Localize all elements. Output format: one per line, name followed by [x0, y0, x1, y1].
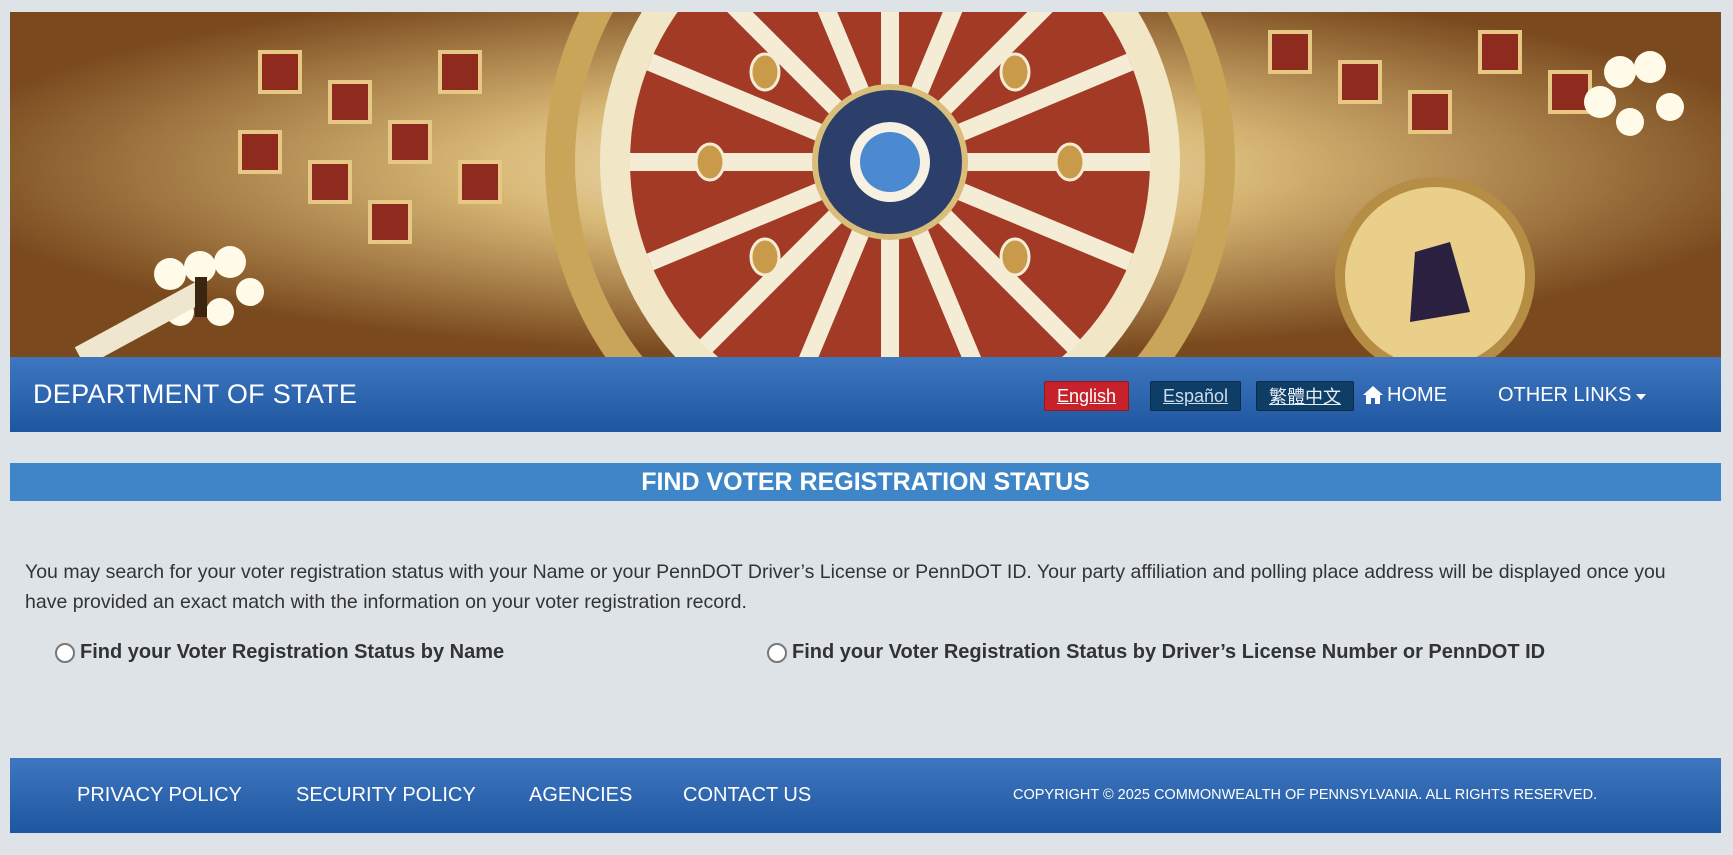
copyright-text: COPYRIGHT © 2025 COMMONWEALTH OF PENNSYL… [1013, 787, 1598, 803]
department-title: DEPARTMENT OF STATE [33, 379, 358, 409]
intro-text: You may search for your voter registrati… [25, 561, 1666, 613]
site-footer: PRIVACY POLICY SECURITY POLICY AGENCIES … [10, 758, 1721, 833]
search-by-license-label[interactable]: Find your Voter Registration Status by D… [792, 641, 1545, 664]
agencies-link[interactable]: AGENCIES [529, 784, 632, 807]
site-header: DEPARTMENT OF STATE English Español 繁體中文… [10, 357, 1721, 432]
home-link[interactable]: HOME [1362, 379, 1447, 411]
language-chinese-button[interactable]: 繁體中文 [1256, 381, 1354, 411]
other-links-label: OTHER LINKS [1498, 383, 1632, 406]
contact-us-link[interactable]: CONTACT US [683, 784, 811, 807]
home-label: HOME [1387, 383, 1447, 406]
security-policy-link[interactable]: SECURITY POLICY [296, 784, 476, 807]
other-links-dropdown[interactable]: OTHER LINKS [1498, 379, 1647, 411]
search-options: Find your Voter Registration Status by N… [10, 637, 1721, 697]
search-by-license-option[interactable]: Find your Voter Registration Status by D… [767, 641, 1545, 664]
capitol-dome-banner [10, 12, 1721, 357]
search-by-name-label[interactable]: Find your Voter Registration Status by N… [80, 641, 504, 664]
search-by-name-option[interactable]: Find your Voter Registration Status by N… [55, 641, 504, 664]
dome-illustration [10, 12, 1721, 357]
language-english-button[interactable]: English [1044, 381, 1130, 411]
chevron-down-icon [1636, 393, 1647, 400]
search-by-license-radio[interactable] [767, 642, 787, 663]
privacy-policy-link[interactable]: PRIVACY POLICY [77, 784, 242, 807]
search-by-name-radio[interactable] [55, 642, 75, 663]
page-title: FIND VOTER REGISTRATION STATUS [10, 463, 1721, 501]
language-spanish-button[interactable]: Español [1150, 381, 1242, 411]
home-icon [1363, 386, 1383, 404]
